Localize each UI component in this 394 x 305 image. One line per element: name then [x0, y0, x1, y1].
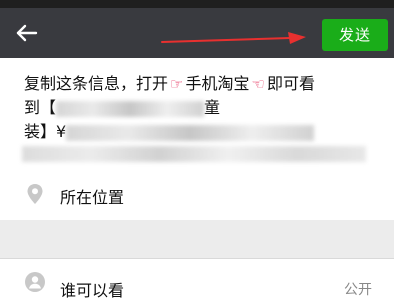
post-line2-tail: 童 [204, 98, 221, 117]
post-line-2: 到【 童 [24, 94, 220, 118]
back-button[interactable] [12, 18, 42, 48]
people-icon [25, 272, 45, 292]
redacted-text [66, 124, 315, 141]
post-bracket-open: 到【 [24, 98, 57, 117]
visibility-row[interactable]: 谁可以看 公开 [0, 259, 394, 305]
back-arrow-icon [16, 24, 38, 42]
post-line-3: 装】¥ [24, 118, 315, 142]
location-label: 所在位置 [60, 188, 125, 207]
pointing-hand-icon: ☞ [170, 75, 184, 93]
post-price-prefix: 装】¥ [24, 122, 67, 141]
top-toolbar: 发送 [0, 8, 394, 58]
red-arrow-annotation [161, 32, 306, 44]
visibility-value: 公开 [344, 282, 372, 298]
post-text-suffix: 即可看 [266, 74, 315, 93]
status-bar [0, 0, 394, 8]
visibility-label: 谁可以看 [60, 281, 125, 300]
redacted-text [56, 100, 205, 117]
post-app-name: 手机淘宝 [185, 74, 250, 93]
pointing-hand-icon: ☜ [251, 75, 265, 93]
redacted-text [22, 146, 366, 162]
post-text-prefix: 复制这条信息，打开 [24, 74, 169, 93]
section-divider [0, 220, 394, 258]
location-pin-icon [27, 184, 43, 204]
post-line-1: 复制这条信息，打开 ☞ 手机淘宝 ☜ 即可看 [24, 70, 315, 94]
location-row[interactable]: 所在位置 [0, 168, 394, 220]
send-button[interactable]: 发送 [322, 19, 388, 51]
